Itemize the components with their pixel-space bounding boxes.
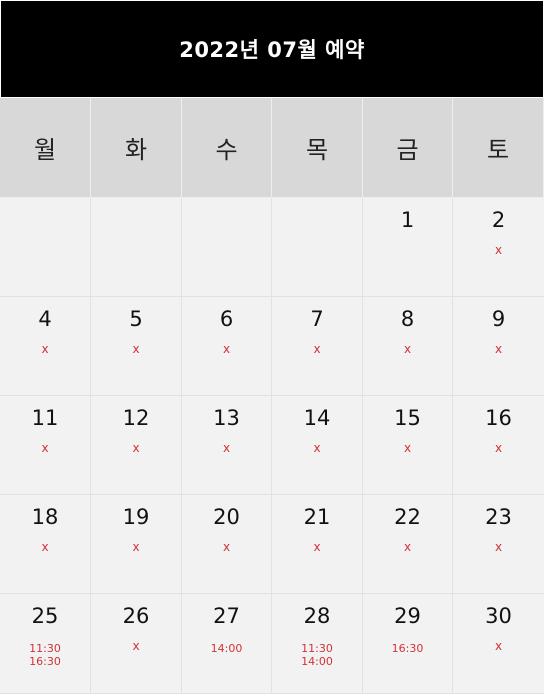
unavailable-mark: x	[222, 342, 231, 356]
unavailable-mark: x	[403, 441, 412, 455]
time-slot[interactable]: 16:30	[392, 642, 424, 655]
calendar-day-cell: 7x	[272, 297, 363, 396]
calendar-day-cell: 12 x	[91, 396, 182, 495]
calendar-day-cell: 5x	[91, 297, 182, 396]
calendar-day-cell: 6x	[182, 297, 272, 396]
unavailable-mark: x	[132, 639, 140, 653]
available-times: 11:30 16:30	[29, 642, 61, 668]
unavailable-mark: x	[132, 342, 140, 356]
reservation-calendar: 2022년 07월 예약 월 화 수 목 금 토 12x4x5x6x7x8x9x…	[0, 0, 544, 695]
calendar-day-cell: 26 x	[91, 594, 182, 694]
unavailable-mark: x	[132, 540, 140, 554]
unavailable-mark: x	[494, 342, 503, 356]
unavailable-mark: x	[41, 441, 49, 455]
day-number: 4	[38, 307, 52, 331]
day-number: 11	[31, 406, 59, 430]
unavailable-mark: x	[41, 540, 49, 554]
unavailable-mark: x	[132, 441, 140, 455]
weekday-header-tue: 화	[91, 98, 182, 198]
weekday-header-fri: 금	[363, 98, 453, 198]
unavailable-mark: x	[494, 243, 503, 257]
available-times: 11:30 14:00	[301, 642, 333, 668]
day-number: 13	[213, 406, 240, 430]
calendar-grid: 월 화 수 목 금 토 1 2 x 4 x 5 x 6 x 7 x 8 x 9 x 11 x 12 x 13 x 14 x 1…	[0, 98, 544, 695]
unavailable-mark: x	[41, 342, 49, 356]
unavailable-mark: x	[494, 441, 503, 455]
calendar-day-cell: 13 x	[182, 396, 272, 495]
day-number: 2	[491, 208, 506, 232]
unavailable-mark: x	[222, 441, 231, 455]
weekday-header-thu: 목	[272, 98, 363, 198]
day-number: 30	[485, 604, 512, 628]
day-number: 22	[394, 505, 421, 529]
day-number: 19	[122, 505, 150, 529]
day-number: 5	[129, 307, 143, 331]
day-number: 28	[303, 604, 331, 628]
unavailable-mark: x	[403, 540, 412, 554]
day-number: 15	[394, 406, 421, 430]
unavailable-mark: x	[494, 540, 503, 554]
calendar-day-cell: 21 x	[272, 495, 363, 594]
calendar-day-cell[interactable]: 25 11:30 16:30	[0, 594, 91, 694]
calendar-day-cell: 9x	[453, 297, 544, 396]
calendar-day-cell: 4x	[0, 297, 91, 396]
day-number: 1	[400, 208, 415, 232]
day-number: 23	[485, 505, 512, 529]
time-slot[interactable]: 11:30	[301, 642, 333, 655]
calendar-day-cell: 8x	[363, 297, 453, 396]
weekday-header-mon: 월	[0, 98, 91, 198]
unavailable-mark: x	[403, 342, 412, 356]
unavailable-mark: x	[494, 639, 503, 653]
unavailable-mark: x	[313, 540, 321, 554]
day-number: 29	[394, 604, 421, 628]
calendar-day-cell: 16 x	[453, 396, 544, 495]
calendar-day-cell: 1	[363, 198, 453, 297]
day-number: 16	[485, 406, 512, 430]
day-number: 18	[31, 505, 59, 529]
day-number: 9	[491, 307, 506, 331]
calendar-empty-cell	[182, 198, 272, 297]
unavailable-mark: x	[222, 540, 231, 554]
time-slot[interactable]: 16:30	[29, 655, 61, 668]
day-number: 27	[213, 604, 240, 628]
available-times: 14:00	[211, 642, 243, 655]
available-times: 16:30	[392, 642, 424, 655]
day-number: 6	[219, 307, 234, 331]
unavailable-mark: x	[313, 342, 321, 356]
calendar-day-cell[interactable]: 29 16:30	[363, 594, 453, 694]
calendar-day-cell: 30 x	[453, 594, 544, 694]
calendar-day-cell: 20 x	[182, 495, 272, 594]
weekday-header-sat: 토	[453, 98, 544, 198]
unavailable-mark: x	[313, 441, 321, 455]
day-number: 25	[31, 604, 59, 628]
time-slot[interactable]: 14:00	[301, 655, 333, 668]
calendar-day-cell: 15 x	[363, 396, 453, 495]
day-number: 8	[400, 307, 415, 331]
weekday-header-wed: 수	[182, 98, 272, 198]
calendar-day-cell: 23 x	[453, 495, 544, 594]
day-number: 12	[122, 406, 150, 430]
calendar-day-cell: 19 x	[91, 495, 182, 594]
calendar-day-cell: 11 x	[0, 396, 91, 495]
calendar-day-cell[interactable]: 28 11:30 14:00	[272, 594, 363, 694]
calendar-day-cell: 22 x	[363, 495, 453, 594]
calendar-empty-cell	[272, 198, 363, 297]
calendar-day-cell: 18 x	[0, 495, 91, 594]
calendar-day-cell[interactable]: 27 14:00	[182, 594, 272, 694]
day-number: 14	[303, 406, 331, 430]
calendar-day-cell: 2x	[453, 198, 544, 297]
day-number: 20	[213, 505, 240, 529]
day-number: 21	[303, 505, 331, 529]
calendar-empty-cell	[0, 198, 91, 297]
calendar-title: 2022년 07월 예약	[0, 0, 544, 98]
time-slot[interactable]: 14:00	[211, 642, 243, 655]
day-number: 26	[122, 604, 150, 628]
day-number: 7	[310, 307, 324, 331]
calendar-empty-cell	[91, 198, 182, 297]
time-slot[interactable]: 11:30	[29, 642, 61, 655]
calendar-day-cell: 14 x	[272, 396, 363, 495]
